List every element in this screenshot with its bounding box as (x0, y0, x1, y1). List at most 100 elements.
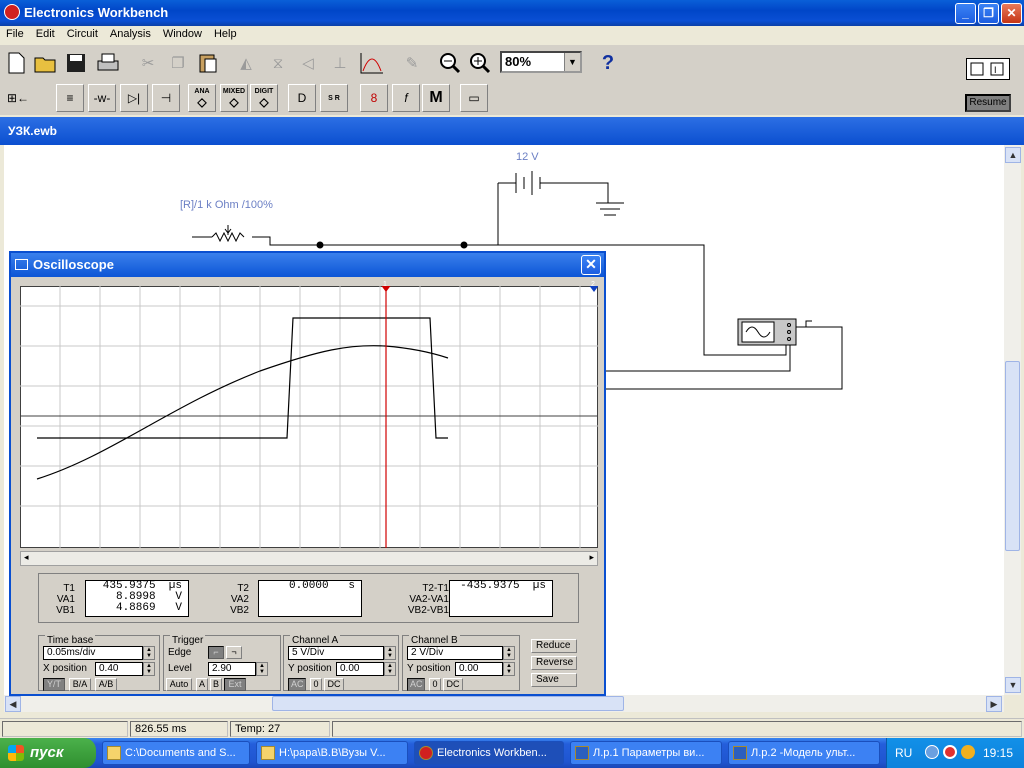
instruments-bin-button[interactable]: ▭ (460, 84, 488, 112)
restore-button[interactable]: ❐ (978, 3, 999, 24)
flip-vertical-icon[interactable]: ◁ (294, 49, 322, 77)
vertical-scroll-thumb[interactable] (1005, 361, 1020, 551)
scroll-down-icon[interactable]: ▼ (1005, 677, 1021, 693)
analog-ics-bin-button[interactable]: ANA ◇ (188, 84, 216, 112)
new-file-icon[interactable] (2, 49, 30, 77)
yt-mode-button[interactable]: Y/T (43, 678, 65, 691)
scroll-right-icon[interactable]: ▶ (986, 696, 1002, 712)
channel-a-ypos-spinner-icon[interactable]: ▲ ▼ (384, 662, 396, 676)
taskbar-item-word-2[interactable]: Л.р.2 -Модель ульт... (728, 741, 880, 765)
language-indicator[interactable]: RU (895, 746, 912, 760)
basic-bin-button[interactable]: -w- (88, 84, 116, 112)
chevron-down-icon[interactable]: ▼ (564, 53, 580, 71)
channel-a-ac-button[interactable]: AC (288, 678, 306, 691)
taskbar-item-folder[interactable]: H:\papa\В.В\Вузы V... (256, 741, 408, 765)
zoom-select[interactable]: 80% ▼ (500, 51, 582, 73)
oscilloscope-close-button[interactable]: ✕ (581, 255, 601, 275)
horizontal-scrollbar[interactable]: ◀ ▶ (4, 695, 1004, 712)
save-button[interactable]: Save (531, 673, 577, 687)
digital-ics-bin-button[interactable]: DIGIT ◇ (250, 84, 278, 112)
menu-file[interactable]: File (0, 26, 30, 42)
taskbar-item-word-1[interactable]: Л.р.1 Параметры ви... (570, 741, 722, 765)
graphs-icon[interactable] (358, 49, 386, 77)
oscilloscope-scrollbar[interactable]: ◂ ▸ (20, 551, 598, 566)
channel-b-scale-spinner-icon[interactable]: ▲ ▼ (503, 646, 515, 660)
scroll-up-icon[interactable]: ▲ (1005, 147, 1021, 163)
update-icon[interactable] (961, 745, 975, 759)
trigger-a-button[interactable]: A (196, 678, 208, 691)
flip-horizontal-icon[interactable]: ⧖ (264, 49, 292, 77)
help-button[interactable]: ? (594, 49, 622, 77)
channel-a-scale-spinner-icon[interactable]: ▲ ▼ (384, 646, 396, 660)
open-folder-icon[interactable] (32, 49, 60, 77)
channel-a-zero-button[interactable]: 0 (310, 678, 322, 691)
scroll-right-icon[interactable]: ▸ (589, 552, 594, 563)
oscilloscope-title-bar[interactable]: Oscilloscope ✕ (11, 253, 604, 277)
channel-a-scale-field[interactable]: 5 V/Div (288, 646, 384, 660)
ab-mode-button[interactable]: A/B (95, 678, 117, 691)
start-button[interactable]: пуск (0, 738, 96, 768)
rising-edge-icon[interactable]: ⌐ (208, 646, 224, 659)
ba-mode-button[interactable]: B/A (69, 678, 91, 691)
antivirus-icon[interactable] (943, 745, 957, 759)
channel-b-ypos-spinner-icon[interactable]: ▲ ▼ (503, 662, 515, 676)
timebase-field[interactable]: 0.05ms/div (43, 646, 143, 660)
reverse-button[interactable]: Reverse (531, 656, 577, 670)
print-icon[interactable] (94, 49, 122, 77)
zoom-in-icon[interactable] (466, 49, 494, 77)
xpos-spinner-icon[interactable]: ▲ ▼ (143, 662, 155, 676)
trigger-auto-button[interactable]: Auto (166, 678, 192, 691)
mixed-ics-bin-button[interactable]: MIXED ◇ (220, 84, 248, 112)
cursor-2-label[interactable]: 2 (591, 281, 595, 288)
level-spinner-icon[interactable]: ▲ ▼ (256, 662, 268, 676)
timebase-spinner-icon[interactable]: ▲ ▼ (143, 646, 155, 660)
rotate-icon[interactable]: ◭ (232, 49, 260, 77)
cursor-1-label[interactable]: 1 (383, 281, 387, 288)
menu-edit[interactable]: Edit (30, 26, 61, 42)
close-button[interactable]: ✕ (1001, 3, 1022, 24)
oscilloscope-screen[interactable]: 1 2 (19, 281, 600, 549)
miscellaneous-bin-button[interactable]: M (422, 84, 450, 112)
menu-circuit[interactable]: Circuit (61, 26, 104, 42)
channel-b-dc-button[interactable]: DC (443, 678, 463, 691)
channel-b-ypos-field[interactable]: 0.00 (455, 662, 503, 676)
channel-b-zero-button[interactable]: 0 (429, 678, 441, 691)
diodes-bin-button[interactable]: ▷| (120, 84, 148, 112)
scroll-left-icon[interactable]: ◂ (24, 552, 29, 563)
falling-edge-icon[interactable]: ¬ (226, 646, 242, 659)
sources-bin-button[interactable]: ≡ (56, 84, 84, 112)
channel-b-scale-field[interactable]: 2 V/Div (407, 646, 503, 660)
channel-a-dc-button[interactable]: DC (324, 678, 344, 691)
trigger-ext-button[interactable]: Ext (224, 678, 246, 691)
reduce-button[interactable]: Reduce (531, 639, 577, 653)
paste-icon[interactable] (194, 49, 222, 77)
menu-help[interactable]: Help (208, 26, 243, 42)
transistors-bin-button[interactable]: ⊣ (152, 84, 180, 112)
zoom-out-icon[interactable] (436, 49, 464, 77)
favorites-bin-icon[interactable]: ⊞← (4, 84, 32, 112)
menu-analysis[interactable]: Analysis (104, 26, 157, 42)
back-arrow-icon[interactable] (925, 745, 939, 759)
vertical-scrollbar[interactable]: ▲ ▼ (1004, 145, 1021, 695)
digital-bin-button[interactable]: S R (320, 84, 348, 112)
save-disk-icon[interactable] (62, 49, 90, 77)
trigger-b-button[interactable]: B (210, 678, 222, 691)
component-properties-icon[interactable]: ✎ (398, 49, 426, 77)
menu-window[interactable]: Window (157, 26, 208, 42)
channel-a-ypos-field[interactable]: 0.00 (336, 662, 384, 676)
timebase-xpos-field[interactable]: 0.40 (95, 662, 143, 676)
taskbar-item-documents[interactable]: C:\Documents and S... (102, 741, 250, 765)
power-switch[interactable]: I (966, 58, 1010, 80)
resume-button[interactable]: Resume (965, 94, 1011, 112)
controls-bin-button[interactable]: f (392, 84, 420, 112)
channel-b-ac-button[interactable]: AC (407, 678, 425, 691)
trigger-level-field[interactable]: 2.90 (208, 662, 256, 676)
copy-icon[interactable]: ❐ (164, 49, 192, 77)
logic-gates-bin-button[interactable]: D (288, 84, 316, 112)
cut-icon[interactable]: ✂ (134, 49, 162, 77)
minimize-button[interactable]: _ (955, 3, 976, 24)
indicators-bin-button[interactable]: 8 (360, 84, 388, 112)
taskbar-item-workbench[interactable]: Electronics Workben... (414, 741, 564, 765)
subcircuit-icon[interactable]: ⊥ (326, 49, 354, 77)
scroll-left-icon[interactable]: ◀ (5, 696, 21, 712)
